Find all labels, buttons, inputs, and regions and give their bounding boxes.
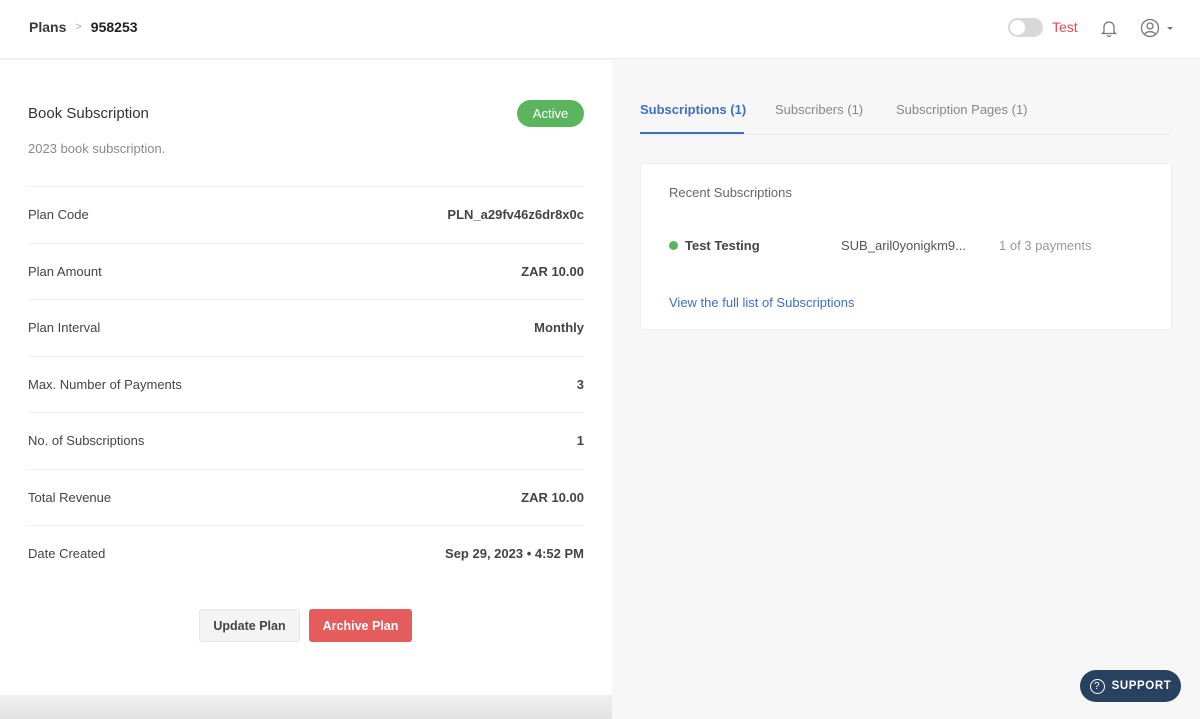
user-circle-icon [1140, 18, 1160, 38]
tab-subscription-pages[interactable]: Subscription Pages (1) [896, 102, 1028, 117]
subscriptions-panel: Subscriptions (1) Subscribers (1) Subscr… [612, 60, 1200, 719]
detail-label: Plan Amount [28, 263, 102, 279]
update-plan-button[interactable]: Update Plan [199, 609, 300, 642]
detail-row-date-created: Date Created Sep 29, 2023 • 4:52 PM [28, 525, 584, 582]
breadcrumb-current: 958253 [90, 19, 138, 35]
caret-down-icon [1167, 27, 1173, 30]
detail-value: PLN_a29fv46z6dr8x0c [447, 207, 584, 223]
status-badge: Active [517, 100, 584, 127]
breadcrumb-separator: > [75, 21, 82, 33]
bell-icon[interactable] [1099, 18, 1119, 38]
question-circle-icon: ? [1089, 678, 1105, 694]
breadcrumb: Plans > 958253 [29, 19, 138, 35]
test-mode-label: Test [1052, 19, 1078, 35]
account-menu[interactable] [1140, 17, 1176, 39]
subscription-row[interactable]: Test Testing SUB_aril0yonigkm9... 1 of 3… [669, 235, 1139, 255]
plan-details-panel: Book Subscription Active 2023 book subsc… [0, 60, 612, 695]
detail-value: 3 [576, 376, 584, 392]
status-dot [669, 240, 678, 250]
detail-label: Total Revenue [28, 489, 112, 505]
toggle-knob [1010, 20, 1025, 35]
tab-bar: Subscriptions (1) Subscribers (1) Subscr… [640, 60, 1170, 135]
tab-subscribers[interactable]: Subscribers (1) [775, 102, 863, 117]
detail-label: Max. Number of Payments [28, 376, 182, 392]
view-all-subscriptions-link[interactable]: View the full list of Subscriptions [669, 295, 854, 310]
support-label: SUPPORT [1111, 680, 1172, 692]
tab-subscriptions[interactable]: Subscriptions (1) [640, 102, 746, 117]
detail-row-subscriptions-count: No. of Subscriptions 1 [28, 412, 584, 469]
detail-value: 1 [576, 433, 584, 449]
subscriber-name: Test Testing [685, 237, 760, 253]
test-mode-toggle[interactable] [1008, 18, 1043, 37]
payment-progress: 1 of 3 payments [999, 237, 1092, 253]
detail-row-total-revenue: Total Revenue ZAR 10.00 [28, 468, 584, 526]
panel-footer-shade [0, 695, 612, 719]
active-tab-indicator [640, 132, 744, 134]
top-bar: Plans > 958253 Test [0, 0, 1200, 59]
detail-row-plan-amount: Plan Amount ZAR 10.00 [28, 242, 584, 300]
recent-subscriptions-card: Recent Subscriptions Test Testing SUB_ar… [640, 163, 1172, 330]
plan-title: Book Subscription [28, 105, 149, 122]
detail-row-max-payments: Max. Number of Payments 3 [28, 355, 584, 413]
detail-label: No. of Subscriptions [28, 433, 145, 449]
plan-details-list: Plan Code PLN_a29fv46z6dr8x0c Plan Amoun… [28, 186, 584, 582]
detail-label: Plan Code [28, 207, 89, 223]
detail-row-plan-interval: Plan Interval Monthly [28, 299, 584, 356]
detail-label: Date Created [28, 546, 106, 562]
support-button[interactable]: ? SUPPORT [1080, 670, 1181, 702]
detail-row-plan-code: Plan Code PLN_a29fv46z6dr8x0c [28, 186, 584, 243]
subscription-code: SUB_aril0yonigkm9... [841, 237, 966, 253]
card-title: Recent Subscriptions [669, 185, 792, 200]
detail-value: Sep 29, 2023 • 4:52 PM [445, 546, 584, 562]
detail-value: ZAR 10.00 [521, 263, 584, 279]
detail-label: Plan Interval [28, 320, 101, 336]
detail-value: ZAR 10.00 [521, 489, 584, 505]
detail-value: Monthly [534, 320, 584, 336]
plan-description: 2023 book subscription. [28, 141, 166, 156]
archive-plan-button[interactable]: Archive Plan [309, 609, 412, 642]
breadcrumb-plans-link[interactable]: Plans [29, 19, 66, 35]
